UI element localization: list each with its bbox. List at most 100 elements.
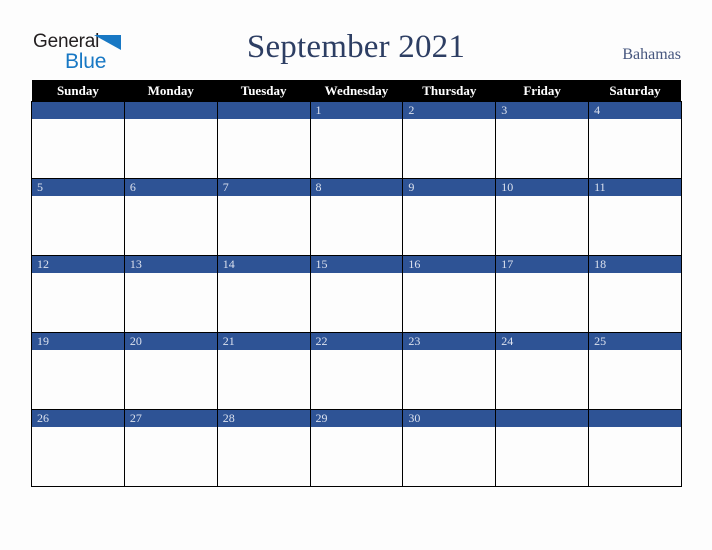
day-content[interactable]	[217, 427, 310, 486]
day-cell[interactable]: 3	[495, 101, 590, 179]
day-cell[interactable]: 15	[309, 255, 404, 333]
day-number: 27	[124, 410, 217, 427]
day-cell[interactable]: 18	[588, 255, 682, 333]
day-cell[interactable]	[495, 409, 590, 487]
day-cell[interactable]: 26	[31, 409, 125, 487]
day-cell[interactable]: 14	[216, 255, 311, 333]
day-content[interactable]	[589, 350, 681, 409]
day-cell[interactable]: 25	[588, 332, 682, 410]
day-number: 29	[310, 410, 403, 427]
day-content[interactable]	[32, 273, 124, 332]
calendar-week-row: 26 27 28 29 30	[31, 409, 682, 487]
day-content[interactable]	[124, 350, 217, 409]
day-content[interactable]	[310, 273, 403, 332]
day-cell[interactable]	[31, 101, 125, 179]
day-cell[interactable]: 13	[123, 255, 218, 333]
day-number: 28	[217, 410, 310, 427]
day-content[interactable]	[403, 350, 496, 409]
day-content[interactable]	[32, 196, 124, 255]
day-cell[interactable]: 23	[402, 332, 497, 410]
day-cell[interactable]: 6	[123, 178, 218, 256]
day-cell[interactable]: 24	[495, 332, 590, 410]
day-cell[interactable]: 22	[309, 332, 404, 410]
calendar-page: General Blue September 2021 Bahamas Sund…	[0, 0, 712, 550]
calendar-week-row: 1 2 3 4	[31, 101, 682, 179]
day-cell[interactable]: 30	[402, 409, 497, 487]
day-content[interactable]	[124, 273, 217, 332]
day-content[interactable]	[217, 273, 310, 332]
day-cell[interactable]	[123, 101, 218, 179]
weekday-header-saturday: Saturday	[588, 80, 682, 102]
day-cell[interactable]: 1	[309, 101, 404, 179]
day-number: 11	[589, 179, 681, 196]
day-content[interactable]	[32, 427, 124, 486]
day-content[interactable]	[310, 350, 403, 409]
day-cell[interactable]	[588, 409, 682, 487]
day-cell[interactable]: 2	[402, 101, 497, 179]
day-number: 14	[217, 256, 310, 273]
day-number: 16	[403, 256, 496, 273]
day-cell[interactable]: 4	[588, 101, 682, 179]
day-content[interactable]	[32, 119, 124, 178]
day-number: 6	[124, 179, 217, 196]
day-content[interactable]	[310, 196, 403, 255]
day-number: 5	[32, 179, 124, 196]
day-content[interactable]	[496, 350, 589, 409]
day-content[interactable]	[310, 119, 403, 178]
weekday-header-thursday: Thursday	[402, 80, 496, 102]
day-number: 7	[217, 179, 310, 196]
day-number: 15	[310, 256, 403, 273]
day-content[interactable]	[403, 196, 496, 255]
day-cell[interactable]: 17	[495, 255, 590, 333]
day-number	[589, 410, 681, 427]
day-cell[interactable]: 5	[31, 178, 125, 256]
day-content[interactable]	[589, 196, 681, 255]
day-cell[interactable]: 9	[402, 178, 497, 256]
weekday-header-monday: Monday	[124, 80, 218, 102]
day-number: 19	[32, 333, 124, 350]
day-cell[interactable]: 7	[216, 178, 311, 256]
day-content[interactable]	[32, 350, 124, 409]
day-number: 4	[589, 102, 681, 119]
day-content[interactable]	[217, 119, 310, 178]
day-content[interactable]	[496, 196, 589, 255]
day-content[interactable]	[589, 273, 681, 332]
day-content[interactable]	[496, 427, 589, 486]
day-cell[interactable]: 28	[216, 409, 311, 487]
day-content[interactable]	[589, 427, 681, 486]
day-content[interactable]	[496, 273, 589, 332]
day-content[interactable]	[403, 119, 496, 178]
day-cell[interactable]: 27	[123, 409, 218, 487]
day-content[interactable]	[124, 119, 217, 178]
day-cell[interactable]: 8	[309, 178, 404, 256]
day-content[interactable]	[496, 119, 589, 178]
day-cell[interactable]: 10	[495, 178, 590, 256]
day-content[interactable]	[403, 273, 496, 332]
day-number	[217, 102, 310, 119]
day-cell[interactable]: 29	[309, 409, 404, 487]
day-number: 30	[403, 410, 496, 427]
day-number: 3	[496, 102, 589, 119]
page-header: General Blue September 2021 Bahamas	[0, 0, 712, 80]
day-content[interactable]	[124, 196, 217, 255]
day-cell[interactable]: 16	[402, 255, 497, 333]
day-number: 8	[310, 179, 403, 196]
day-content[interactable]	[217, 350, 310, 409]
day-number: 17	[496, 256, 589, 273]
day-number: 2	[403, 102, 496, 119]
day-cell[interactable]	[216, 101, 311, 179]
day-content[interactable]	[403, 427, 496, 486]
day-cell[interactable]: 21	[216, 332, 311, 410]
day-content[interactable]	[310, 427, 403, 486]
calendar-week-row: 12 13 14 15 16 17 18	[31, 255, 682, 333]
calendar-table: Sunday Monday Tuesday Wednesday Thursday…	[31, 80, 682, 487]
day-cell[interactable]: 12	[31, 255, 125, 333]
day-cell[interactable]: 19	[31, 332, 125, 410]
day-content[interactable]	[124, 427, 217, 486]
day-number: 10	[496, 179, 589, 196]
day-content[interactable]	[217, 196, 310, 255]
day-number	[496, 410, 589, 427]
day-content[interactable]	[589, 119, 681, 178]
day-cell[interactable]: 11	[588, 178, 682, 256]
day-cell[interactable]: 20	[123, 332, 218, 410]
